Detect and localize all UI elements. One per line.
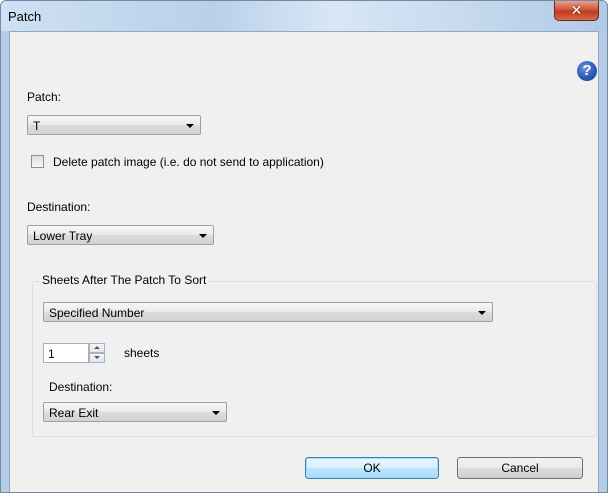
spin-up-button[interactable] xyxy=(89,343,105,353)
spin-down-button[interactable] xyxy=(89,353,105,363)
ok-button[interactable]: OK xyxy=(305,457,439,479)
chevron-down-icon xyxy=(199,234,207,238)
close-button[interactable]: ✕ xyxy=(554,1,599,21)
destination-dropdown[interactable]: Lower Tray xyxy=(27,225,214,245)
patch-label: Patch: xyxy=(27,90,62,104)
window-title: Patch xyxy=(8,9,42,24)
help-icon[interactable]: ? xyxy=(577,61,597,81)
patch-dropdown-value: T xyxy=(33,119,41,133)
chevron-down-icon xyxy=(186,124,194,128)
chevron-down-icon xyxy=(212,411,220,415)
title-bar[interactable]: Patch xyxy=(1,1,607,31)
close-icon: ✕ xyxy=(570,2,583,18)
destination-label: Destination: xyxy=(27,200,91,214)
dialog-client-area: ? Patch: T Delete patch image (i.e. do n… xyxy=(9,31,599,492)
sort-mode-dropdown[interactable]: Specified Number xyxy=(43,302,493,322)
sheet-count-spinner xyxy=(89,343,105,363)
sort-mode-dropdown-value: Specified Number xyxy=(49,306,145,320)
delete-patch-image-label[interactable]: Delete patch image (i.e. do not send to … xyxy=(53,155,324,169)
patch-dropdown[interactable]: T xyxy=(27,115,201,135)
patch-dialog: Patch ✕ ? Patch: T Delete patch image (i… xyxy=(0,0,608,493)
sheets-after-patch-group-title: Sheets After The Patch To Sort xyxy=(39,273,210,287)
destination-dropdown-value: Lower Tray xyxy=(33,229,93,243)
sheet-count-input[interactable]: 1 xyxy=(43,343,89,363)
sheet-count-value: 1 xyxy=(48,347,55,361)
chevron-down-icon xyxy=(478,311,486,315)
rear-destination-dropdown[interactable]: Rear Exit xyxy=(43,402,227,422)
delete-patch-image-checkbox[interactable] xyxy=(31,155,44,168)
sheets-unit-label: sheets xyxy=(124,346,160,360)
cancel-button[interactable]: Cancel xyxy=(457,457,583,479)
rear-destination-dropdown-value: Rear Exit xyxy=(49,406,99,420)
rear-destination-label: Destination: xyxy=(49,380,113,394)
